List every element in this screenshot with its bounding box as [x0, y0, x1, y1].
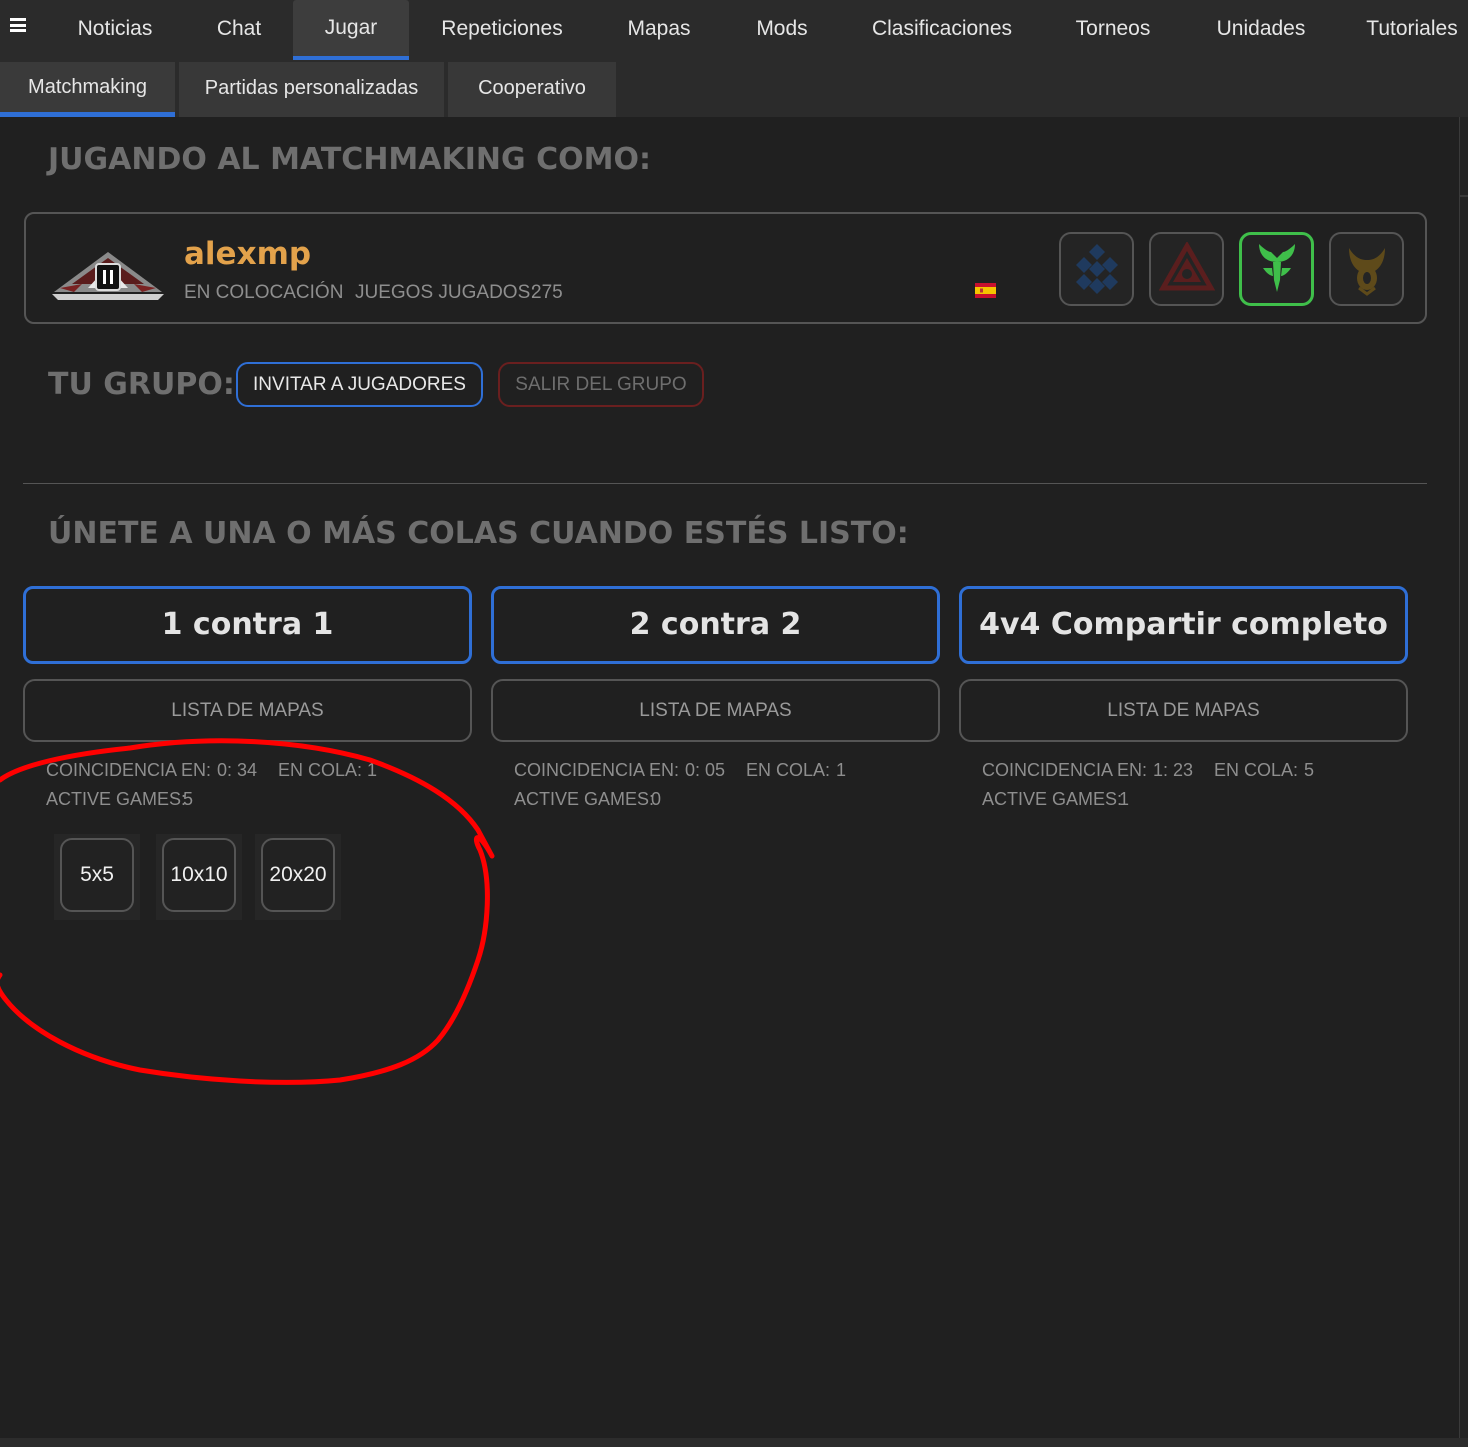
match-time-value: 0: 34 [217, 760, 258, 780]
section-divider [23, 483, 1427, 484]
active-games-value: 0 [651, 789, 662, 809]
tab-chat[interactable]: Chat [200, 0, 278, 60]
sub-nav: Matchmaking Partidas personalizadas Coop… [0, 60, 1468, 117]
in-queue-label: EN COLA: [746, 760, 831, 780]
invite-players-button[interactable]: INVITAR A JUGADORES [236, 362, 483, 407]
tab-unidades[interactable]: Unidades [1200, 0, 1322, 60]
map-size-option: 10x10 [156, 834, 242, 920]
active-games-label: ACTIVE GAMES: [46, 789, 187, 809]
match-time-value: 0: 05 [685, 760, 726, 780]
queue-2v2-button[interactable]: 2 contra 2 [491, 586, 940, 664]
rank-emblem-icon [52, 252, 164, 300]
map-size-5x5-button[interactable]: 5x5 [60, 838, 134, 912]
player-username: alexmp [184, 236, 312, 272]
in-queue-value: 1 [367, 760, 378, 780]
in-queue-label: EN COLA: [278, 760, 363, 780]
top-nav: Noticias Chat Jugar Repeticiones Mapas M… [0, 0, 1468, 60]
tab-noticias[interactable]: Noticias [62, 0, 168, 60]
subtab-partidas-personalizadas[interactable]: Partidas personalizadas [179, 62, 444, 117]
queue-1v1-button[interactable]: 1 contra 1 [23, 586, 472, 664]
games-played-label: JUEGOS JUGADOS: [355, 282, 536, 303]
match-time-label: COINCIDENCIA EN: [46, 760, 212, 780]
subtab-cooperativo[interactable]: Cooperativo [448, 62, 616, 117]
in-queue-label: EN COLA: [1214, 760, 1299, 780]
match-time-value: 1: 23 [1153, 760, 1194, 780]
match-time-label: COINCIDENCIA EN: [982, 760, 1148, 780]
tab-tutoriales[interactable]: Tutoriales [1356, 0, 1468, 60]
matchmaking-heading: JUGANDO AL MATCHMAKING COMO: [48, 142, 651, 177]
hamburger-menu-icon[interactable] [10, 18, 26, 32]
tab-clasificaciones[interactable]: Clasificaciones [858, 0, 1026, 60]
subtab-matchmaking[interactable]: Matchmaking [0, 62, 175, 117]
active-games-value: 1 [1119, 789, 1130, 809]
bottom-bar [0, 1438, 1468, 1447]
gold-race-icon[interactable] [1329, 232, 1404, 306]
in-queue-value: 5 [1304, 760, 1315, 780]
tab-repeticiones[interactable]: Repeticiones [426, 0, 578, 60]
map-size-option: 5x5 [54, 834, 140, 920]
spain-flag-icon [975, 283, 996, 298]
active-games-label: ACTIVE GAMES: [982, 789, 1123, 809]
games-played-value: 275 [531, 282, 563, 303]
leave-group-button[interactable]: SALIR DEL GRUPO [498, 362, 704, 407]
tab-torneos[interactable]: Torneos [1060, 0, 1166, 60]
blue-race-icon[interactable] [1059, 232, 1134, 306]
map-list-button-2v2[interactable]: LISTA DE MAPAS [491, 679, 940, 742]
map-size-10x10-button[interactable]: 10x10 [162, 838, 236, 912]
tab-jugar[interactable]: Jugar [293, 0, 409, 60]
group-heading: TU GRUPO: [48, 367, 235, 402]
tab-mapas[interactable]: Mapas [612, 0, 706, 60]
map-size-20x20-button[interactable]: 20x20 [261, 838, 335, 912]
match-time-label: COINCIDENCIA EN: [514, 760, 680, 780]
tab-mods[interactable]: Mods [740, 0, 824, 60]
player-profile-card: alexmp EN COLOCACIÓN JUEGOS JUGADOS: 275 [24, 212, 1427, 324]
scrollbar[interactable] [1459, 117, 1468, 1447]
map-list-button-1v1[interactable]: LISTA DE MAPAS [23, 679, 472, 742]
map-list-button-4v4[interactable]: LISTA DE MAPAS [959, 679, 1408, 742]
queue-4v4-button[interactable]: 4v4 Compartir completo [959, 586, 1408, 664]
map-size-option: 20x20 [255, 834, 341, 920]
active-games-value: 5 [183, 789, 194, 809]
red-race-icon[interactable] [1149, 232, 1224, 306]
queues-heading: ÚNETE A UNA O MÁS COLAS CUANDO ESTÉS LIS… [48, 516, 909, 551]
green-race-icon[interactable] [1239, 232, 1314, 306]
placement-status: EN COLOCACIÓN [184, 282, 344, 303]
active-games-label: ACTIVE GAMES: [514, 789, 655, 809]
in-queue-value: 1 [836, 760, 847, 780]
